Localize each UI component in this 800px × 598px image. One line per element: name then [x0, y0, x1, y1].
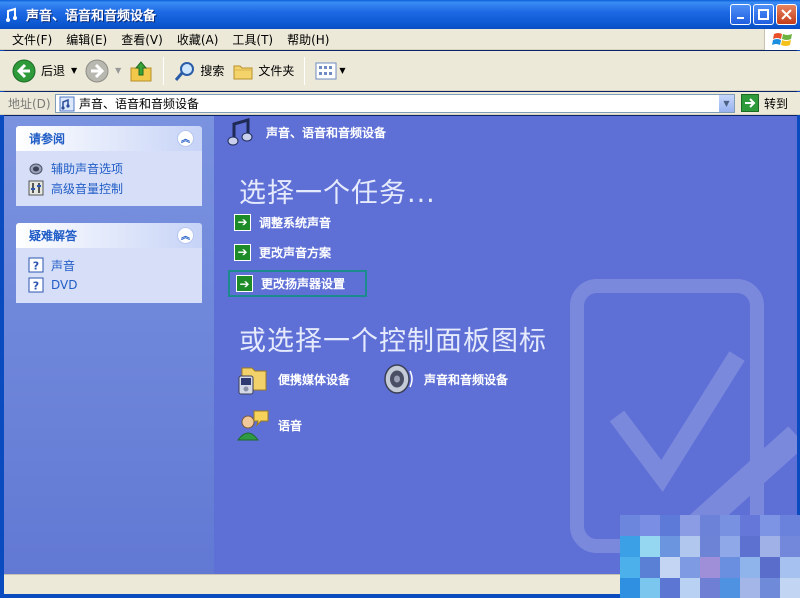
task-label: 更改扬声器设置: [261, 277, 346, 291]
go-button[interactable]: 转到: [741, 94, 788, 112]
cp-icon-label: 语音: [278, 418, 303, 433]
troubleshoot-header[interactable]: 疑难解答 ︽: [16, 223, 202, 248]
pixelated-corner-mosaic: [620, 515, 800, 598]
task-label: 更改声音方案: [259, 245, 332, 260]
pick-task-title: 选择一个任务...: [239, 178, 436, 209]
help-icon: ?: [28, 277, 44, 293]
content-area: 请参阅 ︽ 辅助声音选项 高级音量控制 疑难解答 ︽ ? 声音 ? DVD 声音…: [4, 116, 797, 574]
svg-text:?: ?: [33, 280, 39, 293]
close-icon: [781, 9, 792, 20]
back-label: 后退: [41, 64, 66, 78]
see-also-title: 请参阅: [29, 132, 66, 146]
forward-dropdown-icon[interactable]: ▼: [115, 66, 121, 75]
address-value: 声音、语音和音频设备: [79, 97, 200, 111]
up-folder-icon: [130, 60, 152, 81]
search-icon: [175, 61, 195, 81]
sidebar-link-advanced-volume[interactable]: 高级音量控制: [28, 178, 192, 198]
window-app-icon[interactable]: [5, 7, 21, 23]
sidebar-link-label: 声音: [51, 258, 76, 273]
address-label: 地址(D): [8, 96, 51, 111]
sidebar-link-label: 辅助声音选项: [51, 161, 124, 176]
task-change-speaker-settings[interactable]: ➔ 更改扬声器设置: [228, 270, 368, 297]
search-label: 搜索: [200, 64, 225, 78]
address-input[interactable]: 声音、语音和音频设备 ▼: [55, 94, 735, 113]
sounds-audio-devices-item[interactable]: 声音和音频设备: [382, 362, 508, 396]
window-title: 声音、语音和音频设备: [26, 9, 157, 24]
folders-button[interactable]: 文件夹: [228, 55, 298, 87]
up-folder-button[interactable]: [125, 55, 157, 87]
sidebar-link-accessibility-sounds[interactable]: 辅助声音选项: [28, 158, 192, 178]
views-icon: [315, 62, 337, 79]
views-dropdown-icon[interactable]: ▼: [339, 66, 345, 75]
back-button[interactable]: 后退 ▼: [8, 55, 81, 87]
cp-icon-label: 便携媒体设备: [278, 372, 351, 387]
main-header-title: 声音、语音和音频设备: [266, 125, 387, 140]
views-button[interactable]: ▼: [311, 55, 349, 87]
sound-header-icon: [226, 116, 256, 149]
speaker-icon: [28, 160, 44, 176]
speaker-icon: [382, 362, 416, 396]
help-icon: ?: [28, 257, 44, 273]
cp-icon-label: 声音和音频设备: [424, 372, 509, 387]
task-sidebar: 请参阅 ︽ 辅助声音选项 高级音量控制 疑难解答 ︽ ? 声音 ? DVD: [4, 116, 214, 574]
menu-file[interactable]: 文件(F): [0, 31, 59, 48]
speech-person-icon: [236, 408, 270, 442]
menu-edit[interactable]: 编辑(E): [59, 31, 114, 48]
volume-control-icon: [28, 180, 44, 196]
menu-help[interactable]: 帮助(H): [280, 31, 336, 48]
sidebar-link-dvd-help[interactable]: ? DVD: [28, 275, 192, 295]
address-dropdown-icon[interactable]: ▼: [718, 95, 734, 112]
sidebar-link-label: 高级音量控制: [51, 181, 124, 196]
task-arrow-icon: ➔: [234, 213, 251, 231]
minimize-icon: [736, 16, 744, 19]
minimize-button[interactable]: [730, 4, 751, 25]
go-arrow-icon: [741, 94, 759, 112]
sidebar-link-label: DVD: [51, 278, 78, 292]
toolbar: 后退 ▼ ▼ 搜索 文件夹 ▼: [0, 51, 800, 91]
portable-media-devices-item[interactable]: 便携媒体设备: [236, 362, 350, 396]
speech-item[interactable]: 语音: [236, 408, 302, 442]
troubleshoot-panel: 疑难解答 ︽ ? 声音 ? DVD: [16, 223, 202, 303]
forward-arrow-icon: [85, 59, 109, 82]
main-pane: 声音、语音和音频设备 选择一个任务... ➔ 调整系统声音 ➔ 更改声音方案 ➔…: [214, 116, 797, 574]
folders-icon: [233, 65, 253, 79]
task-arrow-icon: ➔: [234, 243, 251, 261]
maximize-icon: [758, 9, 769, 20]
task-adjust-system-sounds[interactable]: ➔ 调整系统声音: [234, 210, 331, 234]
task-change-sound-scheme[interactable]: ➔ 更改声音方案: [234, 240, 331, 264]
title-bar[interactable]: 声音、语音和音频设备: [0, 0, 800, 29]
main-header: 声音、语音和音频设备: [214, 116, 797, 148]
forward-button[interactable]: ▼: [81, 55, 125, 87]
task-label: 调整系统声音: [259, 215, 332, 230]
maximize-button[interactable]: [753, 4, 774, 25]
svg-text:?: ?: [33, 260, 39, 273]
sidebar-link-sound-help[interactable]: ? 声音: [28, 255, 192, 275]
portable-media-icon: [236, 362, 270, 396]
menu-favorites[interactable]: 收藏(A): [170, 31, 226, 48]
menu-bar: 文件(F) 编辑(E) 查看(V) 收藏(A) 工具(T) 帮助(H): [0, 29, 800, 50]
see-also-header[interactable]: 请参阅 ︽: [16, 126, 202, 151]
folders-label: 文件夹: [258, 64, 295, 78]
search-button[interactable]: 搜索: [170, 55, 228, 87]
windows-logo-icon: [764, 29, 800, 50]
go-label: 转到: [764, 96, 789, 111]
collapse-chevron-icon[interactable]: ︽: [177, 130, 194, 147]
back-arrow-icon: [12, 59, 36, 82]
task-arrow-icon: ➔: [236, 275, 253, 292]
collapse-chevron-icon[interactable]: ︽: [177, 227, 194, 244]
control-panel-icon: [59, 96, 75, 111]
close-button[interactable]: [776, 4, 797, 25]
see-also-panel: 请参阅 ︽ 辅助声音选项 高级音量控制: [16, 126, 202, 206]
menu-view[interactable]: 查看(V): [114, 31, 170, 48]
pick-icon-title: 或选择一个控制面板图标: [239, 326, 547, 357]
back-dropdown-icon[interactable]: ▼: [71, 66, 77, 75]
address-bar: 地址(D) 声音、语音和音频设备 ▼ 转到: [0, 92, 800, 115]
troubleshoot-title: 疑难解答: [29, 229, 78, 243]
menu-tools[interactable]: 工具(T): [225, 31, 280, 48]
